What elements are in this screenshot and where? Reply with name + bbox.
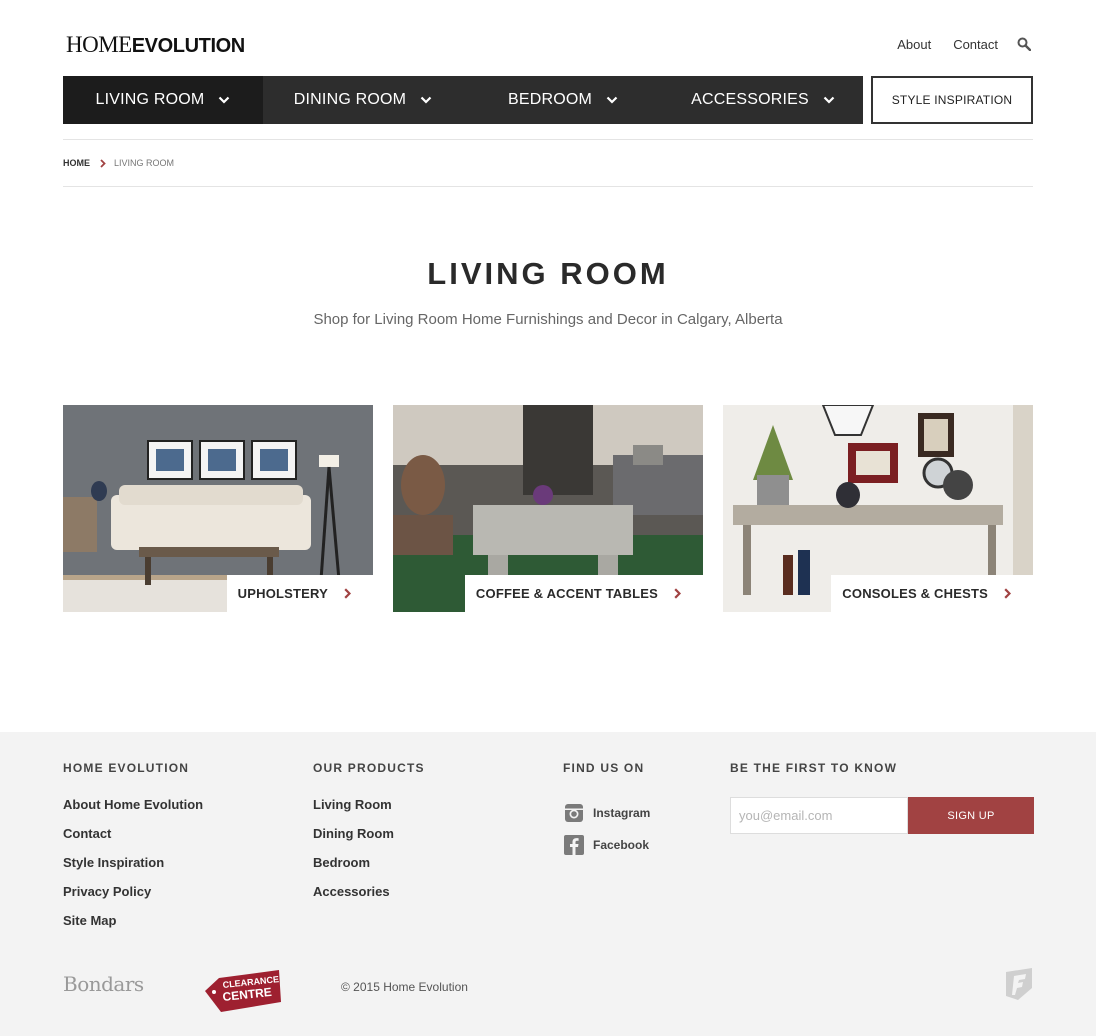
instagram-icon <box>563 802 585 824</box>
footer-link-contact[interactable]: Contact <box>63 826 111 841</box>
chevron-down-icon <box>218 96 230 104</box>
main-nav: LIVING ROOM DINING ROOM BEDROOM ACCESSOR… <box>63 76 863 124</box>
developer-logo-icon[interactable] <box>1004 968 1034 1005</box>
footer-heading: BE THE FIRST TO KNOW <box>730 761 898 775</box>
facebook-icon <box>563 834 585 856</box>
search-icon[interactable] <box>1014 34 1034 54</box>
newsletter-form: SIGN UP <box>730 797 1034 834</box>
footer-link-living-room[interactable]: Living Room <box>313 797 392 812</box>
chevron-down-icon <box>606 96 618 104</box>
copyright: © 2015 Home Evolution <box>341 980 468 994</box>
contact-link[interactable]: Contact <box>953 37 998 52</box>
category-label-text: CONSOLES & CHESTS <box>842 586 988 601</box>
chevron-right-icon <box>344 588 351 599</box>
site-logo[interactable]: HOME EVOLUTION <box>66 32 245 57</box>
instagram-label: Instagram <box>593 806 651 820</box>
category-card-coffee-accent-tables[interactable]: COFFEE & ACCENT TABLES <box>393 405 703 612</box>
footer-link-about[interactable]: About Home Evolution <box>63 797 203 812</box>
nav-dining-room[interactable]: DINING ROOM <box>263 76 463 124</box>
category-card-upholstery[interactable]: UPHOLSTERY <box>63 405 373 612</box>
breadcrumb: HOME LIVING ROOM <box>63 139 1033 187</box>
category-label: COFFEE & ACCENT TABLES <box>464 575 703 612</box>
nav-label: ACCESSORIES <box>691 91 809 108</box>
category-label: CONSOLES & CHESTS <box>831 575 1033 612</box>
instagram-link[interactable]: Instagram <box>563 797 650 829</box>
footer-link-dining-room[interactable]: Dining Room <box>313 826 394 841</box>
chevron-right-icon <box>1004 588 1011 599</box>
nav-bedroom[interactable]: BEDROOM <box>463 76 663 124</box>
footer-heading: OUR PRODUCTS <box>313 761 425 775</box>
chevron-right-icon <box>100 158 106 168</box>
page-subtitle: Shop for Living Room Home Furnishings an… <box>313 311 783 328</box>
footer-col-products: OUR PRODUCTS Living Room Dining Room Bed… <box>313 761 425 913</box>
site-footer: HOME EVOLUTION About Home Evolution Cont… <box>0 732 1096 1036</box>
facebook-link[interactable]: Facebook <box>563 829 650 861</box>
style-inspiration-button[interactable]: STYLE INSPIRATION <box>871 76 1033 124</box>
footer-link-style-inspiration[interactable]: Style Inspiration <box>63 855 164 870</box>
footer-link-accessories[interactable]: Accessories <box>313 884 390 899</box>
breadcrumb-current: LIVING ROOM <box>114 158 175 168</box>
category-card-consoles-chests[interactable]: CONSOLES & CHESTS <box>723 405 1033 612</box>
footer-col-home-evolution: HOME EVOLUTION About Home Evolution Cont… <box>63 761 203 942</box>
about-link[interactable]: About <box>897 37 931 52</box>
facebook-label: Facebook <box>593 838 650 852</box>
breadcrumb-home[interactable]: HOME <box>63 158 90 168</box>
footer-heading: FIND US ON <box>563 761 645 775</box>
email-input[interactable] <box>730 797 908 834</box>
logo-home-text: HOME <box>66 32 132 57</box>
nav-label: DINING ROOM <box>293 91 407 108</box>
top-links: About Contact <box>875 34 1034 54</box>
category-label: UPHOLSTERY <box>226 575 373 612</box>
nav-label: BEDROOM <box>507 91 593 108</box>
footer-link-sitemap[interactable]: Site Map <box>63 913 116 928</box>
footer-heading: HOME EVOLUTION <box>63 761 190 775</box>
clearance-centre-logo[interactable]: CLEARANCE CENTRE <box>205 970 281 1017</box>
category-label-text: COFFEE & ACCENT TABLES <box>475 586 658 601</box>
chevron-down-icon <box>420 96 432 104</box>
footer-link-privacy[interactable]: Privacy Policy <box>63 884 151 899</box>
chevron-right-icon <box>674 588 681 599</box>
nav-accessories[interactable]: ACCESSORIES <box>663 76 863 124</box>
logo-evolution-text: EVOLUTION <box>131 35 245 57</box>
page-title: LIVING ROOM <box>427 256 669 291</box>
nav-living-room[interactable]: LIVING ROOM <box>63 76 263 124</box>
footer-link-bedroom[interactable]: Bedroom <box>313 855 370 870</box>
nav-label: LIVING ROOM <box>95 91 205 108</box>
chevron-down-icon <box>823 96 835 104</box>
footer-col-social: FIND US ON Instagram Facebook <box>563 761 650 861</box>
category-label-text: UPHOLSTERY <box>237 586 328 601</box>
footer-col-newsletter: BE THE FIRST TO KNOW SIGN UP <box>730 761 1034 834</box>
signup-button[interactable]: SIGN UP <box>908 797 1034 834</box>
bondars-logo[interactable]: Bondars <box>63 972 144 996</box>
